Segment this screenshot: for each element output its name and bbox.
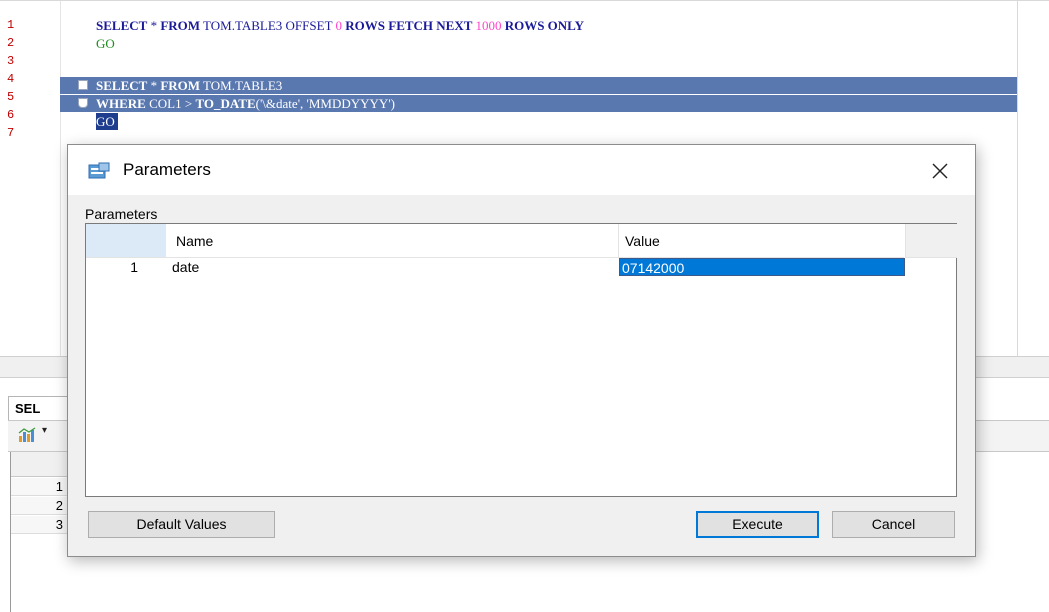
row-number: 2 xyxy=(11,497,71,515)
code-line-2: GO xyxy=(96,35,1036,52)
sql-number: 1000 xyxy=(475,18,502,33)
parameter-value-input[interactable]: 07142000 xyxy=(619,258,905,276)
column-header-label: Name xyxy=(176,233,214,249)
code-line-4: SELECT * FROM TOM.TABLE3 xyxy=(96,77,1036,94)
column-header-label: Value xyxy=(625,233,660,249)
sql-operator: * xyxy=(147,18,161,33)
code-line-6: GO xyxy=(96,113,1036,130)
sql-keyword: ROWS ONLY xyxy=(501,18,585,33)
grid-header xyxy=(11,452,71,477)
parameters-dialog: Parameters Parameters Name Value 1 date … xyxy=(67,144,976,557)
table-corner-header[interactable] xyxy=(86,224,167,258)
cancel-button[interactable]: Cancel xyxy=(832,511,955,538)
column-header-value[interactable]: Value xyxy=(619,224,904,258)
parameter-name-cell: date xyxy=(172,259,200,275)
sql-function: TO_DATE xyxy=(195,96,256,111)
sql-string: ('\&date', 'MMDDYYYY') xyxy=(255,96,395,111)
code-line-5: WHERE COL1 > TO_DATE('\&date', 'MMDDYYYY… xyxy=(96,95,1036,112)
sql-keyword: ROWS FETCH NEXT xyxy=(342,18,476,33)
code-line-1: SELECT * FROM TOM.TABLE3 OFFSET 0 ROWS F… xyxy=(96,17,1036,34)
column-header-filler xyxy=(905,224,957,258)
parameters-icon xyxy=(88,162,110,179)
sql-keyword: WHERE xyxy=(96,96,146,111)
sql-identifier: TOM.TABLE3 xyxy=(200,78,283,93)
table-row[interactable]: 1 date 07142000 xyxy=(86,258,905,276)
close-icon xyxy=(932,163,948,179)
sql-keyword: SELECT xyxy=(96,18,148,33)
sql-keyword: FROM xyxy=(160,78,201,93)
line-number: 7 xyxy=(7,126,15,140)
line-number-gutter: 1 2 3 4 5 6 7 xyxy=(0,1,61,357)
row-number: 1 xyxy=(130,259,138,275)
chart-icon[interactable] xyxy=(18,427,36,443)
sql-identifier: TOM.TABLE3 xyxy=(200,18,286,33)
sql-operator: * xyxy=(147,78,161,93)
row-number: 1 xyxy=(11,478,71,496)
right-margin-line xyxy=(1017,1,1018,357)
fold-end-icon xyxy=(78,98,88,108)
default-values-button[interactable]: Default Values xyxy=(88,511,275,538)
fold-collapse-icon[interactable] xyxy=(78,80,88,90)
column-header-name[interactable]: Name xyxy=(166,224,619,258)
line-number: 5 xyxy=(7,90,15,104)
line-number: 4 xyxy=(7,72,15,86)
sql-keyword: FROM xyxy=(160,18,201,33)
chevron-down-icon[interactable]: ▾ xyxy=(42,425,47,436)
line-number: 3 xyxy=(7,54,15,68)
sql-keyword: SELECT xyxy=(96,78,148,93)
sql-go: GO xyxy=(96,114,115,129)
line-number: 2 xyxy=(7,36,15,50)
close-button[interactable] xyxy=(920,153,960,189)
dialog-titlebar[interactable]: Parameters xyxy=(68,145,975,195)
line-number: 6 xyxy=(7,108,15,122)
parameters-table: Name Value 1 date 07142000 xyxy=(85,223,957,497)
sql-identifier: OFFSET xyxy=(285,18,336,33)
sql-go: GO xyxy=(96,36,115,51)
parameters-group-label: Parameters xyxy=(85,206,158,222)
row-number: 3 xyxy=(11,516,71,534)
dialog-title: Parameters xyxy=(123,160,211,179)
execute-button[interactable]: Execute xyxy=(696,511,819,538)
sql-identifier: COL1 > xyxy=(145,96,196,111)
line-number: 1 xyxy=(7,18,15,32)
